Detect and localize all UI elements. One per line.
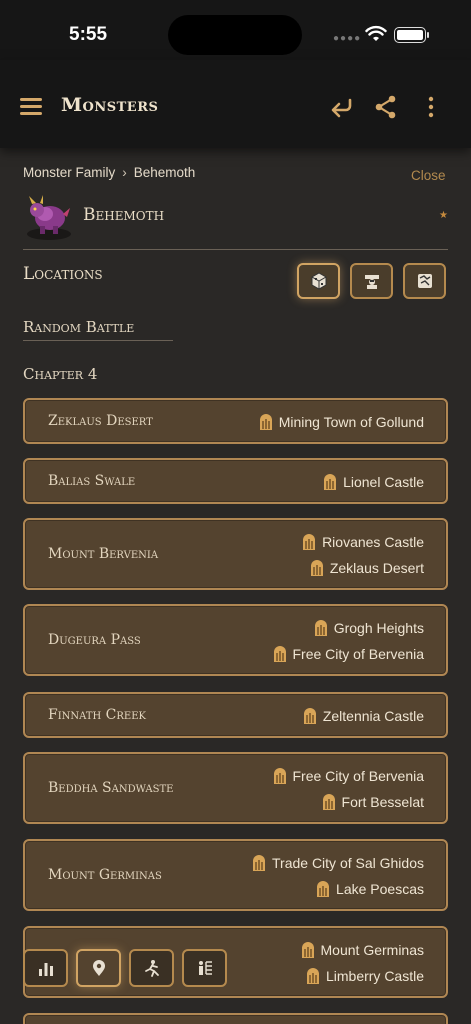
destination[interactable]: Fort Besselat (322, 793, 424, 811)
door-icon (324, 474, 337, 490)
door-icon (273, 768, 286, 784)
breadcrumb: Monster Family › Behemoth (23, 165, 195, 180)
location-pin-icon (92, 960, 105, 976)
destination[interactable]: Mount Germinas (301, 941, 424, 959)
chevron-right-icon: › (122, 165, 127, 180)
location-name: Balias Swale (48, 473, 136, 489)
destination-label: Free City of Bervenia (292, 768, 425, 784)
location-row[interactable] (23, 1013, 448, 1024)
location-name: Mount Germinas (48, 867, 162, 883)
treasure-chest-button[interactable] (297, 263, 340, 299)
map-icon (417, 274, 432, 288)
location-name: Beddha Sandwaste (48, 780, 174, 796)
door-icon (310, 560, 323, 576)
destination[interactable]: Zeltennia Castle (303, 707, 424, 725)
destination-label: Mount Germinas (320, 942, 424, 958)
favorite-star-icon[interactable]: ★ (439, 210, 448, 221)
destination[interactable]: Trade City of Sal Ghidos (252, 854, 424, 872)
wifi-icon (365, 25, 387, 41)
door-icon (303, 708, 316, 724)
door-icon (317, 881, 330, 897)
location-row[interactable]: Dugeura Pass Grogh Heights Free City of … (23, 604, 448, 676)
location-row[interactable]: Zeklaus Desert Mining Town of Gollund (23, 398, 448, 444)
merchant-icon (364, 275, 379, 289)
destination[interactable]: Mining Town of Gollund (259, 413, 424, 431)
location-row[interactable]: Mount Germinas Trade City of Sal Ghidos … (23, 839, 448, 911)
location-name: Finnath Creek (48, 707, 146, 723)
door-icon (273, 646, 286, 662)
monster-name: Behemoth (83, 205, 165, 225)
treasure-chest-icon (311, 272, 326, 290)
destination[interactable]: Riovanes Castle (302, 533, 424, 551)
battery-tip (427, 32, 429, 38)
destination-label: Mining Town of Gollund (278, 414, 424, 430)
monster-sprite (27, 195, 71, 240)
destination[interactable]: Lake Poescas (316, 880, 424, 898)
destination-label: Limberry Castle (325, 968, 424, 984)
stats-button[interactable] (23, 949, 68, 987)
share-icon[interactable] (373, 94, 399, 120)
location-row[interactable]: Balias Swale Lionel Castle (23, 458, 448, 504)
destination-label: Zeklaus Desert (329, 560, 424, 576)
door-icon (253, 855, 265, 871)
signal-dots-icon: ●●●● (333, 33, 362, 44)
divider (23, 249, 448, 250)
location-row[interactable]: Mount Bervenia Riovanes Castle Zeklaus D… (23, 518, 448, 590)
bar-chart-icon (38, 963, 53, 976)
return-arrow-icon[interactable] (329, 94, 355, 120)
destination[interactable]: Free City of Bervenia (273, 767, 425, 785)
page-title: Monsters (61, 94, 159, 116)
status-time: 5:55 (69, 24, 108, 45)
breadcrumb-parent[interactable]: Monster Family (23, 165, 115, 180)
more-vertical-icon[interactable] (418, 94, 444, 120)
destination-label: Fort Besselat (341, 794, 424, 810)
destination-label: Lionel Castle (343, 474, 424, 490)
location-name: Zeklaus Desert (48, 413, 153, 429)
battery-icon (394, 27, 426, 43)
abilities-button[interactable] (129, 949, 174, 987)
locations-title: Locations (23, 264, 103, 284)
dynamic-island (168, 15, 302, 55)
map-button[interactable] (403, 263, 446, 299)
destination-label: Grogh Heights (333, 620, 424, 636)
destination[interactable]: Grogh Heights (314, 619, 424, 637)
door-icon (259, 414, 272, 430)
jobs-button[interactable] (182, 949, 227, 987)
app-header: Monsters (0, 60, 471, 148)
locations-button[interactable] (76, 949, 121, 987)
location-name: Mount Bervenia (48, 546, 159, 562)
door-icon (303, 534, 316, 550)
location-row[interactable]: Beddha Sandwaste Free City of Bervenia F… (23, 752, 448, 824)
destination-label: Free City of Bervenia (292, 646, 425, 662)
location-row[interactable]: Finnath Creek Zeltennia Castle (23, 692, 448, 738)
destination[interactable]: Limberry Castle (306, 967, 424, 985)
destination[interactable]: Free City of Bervenia (273, 645, 425, 663)
destination-label: Lake Poescas (336, 881, 424, 897)
merchant-button[interactable] (350, 263, 393, 299)
destination-label: Trade City of Sal Ghidos (272, 855, 424, 871)
door-icon (314, 620, 327, 636)
divider (23, 340, 173, 341)
door-icon (306, 968, 319, 984)
random-battle-title: Random Battle (23, 318, 135, 336)
destination-label: Riovanes Castle (322, 534, 424, 550)
location-name: Dugeura Pass (48, 632, 141, 648)
running-figure-icon (144, 960, 159, 977)
destination-label: Zeltennia Castle (322, 708, 424, 724)
status-bar: 5:55 ●●●● (0, 0, 471, 60)
door-icon (301, 942, 314, 958)
hamburger-icon[interactable] (20, 98, 42, 115)
close-button[interactable]: Close (411, 168, 446, 183)
destination[interactable]: Zeklaus Desert (310, 559, 424, 577)
door-icon (322, 794, 335, 810)
destination[interactable]: Lionel Castle (323, 473, 424, 491)
chapter-title: Chapter 4 (23, 365, 98, 383)
breadcrumb-current: Behemoth (133, 165, 196, 180)
job-tree-icon (198, 961, 212, 975)
